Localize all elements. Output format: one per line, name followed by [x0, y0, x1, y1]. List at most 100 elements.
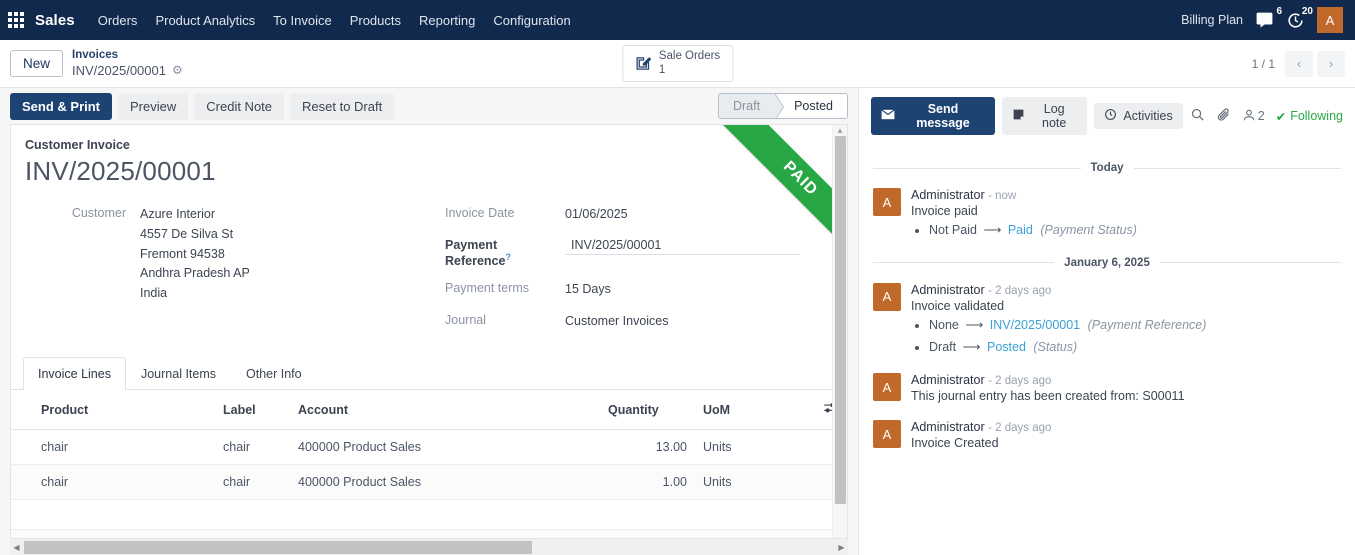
nav-item-to-invoice[interactable]: To Invoice — [264, 7, 341, 34]
user-icon — [1242, 108, 1256, 125]
tab-journal-items[interactable]: Journal Items — [126, 357, 231, 390]
breadcrumb-item-invoices[interactable]: Invoices — [72, 48, 183, 62]
followers-count-label: 2 — [1257, 109, 1265, 123]
tracking-old-value: Draft — [929, 339, 957, 354]
tab-other-info[interactable]: Other Info — [231, 357, 317, 390]
pager-previous-button[interactable]: ‹ — [1285, 50, 1313, 77]
send-message-button[interactable]: Send message — [871, 97, 995, 135]
tracking-field-name: (Status) — [1033, 339, 1078, 354]
messages-badge: 6 — [1276, 5, 1282, 17]
message-text: Invoice Created — [911, 436, 999, 451]
tracking-values: None ⟶ INV/2025/00001 (Payment Reference… — [911, 316, 1341, 357]
tracking-field-name: (Payment Reference) — [1087, 317, 1207, 332]
payment-reference-input[interactable]: INV/2025/00001 — [565, 237, 800, 255]
field-label-invoice-date: Invoice Date — [445, 206, 515, 220]
form-left-column: Customer Azure Interior 4557 De Silva St… — [25, 205, 445, 343]
activities-clock-icon[interactable]: 20 — [1286, 6, 1313, 30]
tracking-item: None ⟶ INV/2025/00001 (Payment Reference… — [929, 316, 1341, 335]
message-author[interactable]: Administrator — [911, 373, 985, 387]
page-title: INV/2025/00001 — [25, 156, 216, 186]
cell-account[interactable]: 400000 Product Sales — [290, 464, 600, 501]
column-header-uom[interactable]: UoM — [695, 390, 815, 431]
help-tooltip-icon[interactable]: ? — [505, 252, 511, 262]
form-horizontal-scrollbar[interactable]: ◀ ▶ — [10, 538, 848, 555]
message-author[interactable]: Administrator — [911, 283, 985, 297]
avatar: A — [873, 188, 901, 216]
user-avatar[interactable]: A — [1317, 7, 1343, 33]
activities-button[interactable]: Activities — [1094, 103, 1183, 129]
paperclip-icon[interactable] — [1216, 107, 1231, 125]
nav-item-orders[interactable]: Orders — [89, 7, 147, 34]
billing-plan-link[interactable]: Billing Plan — [1181, 13, 1243, 27]
send-and-print-button[interactable]: Send & Print — [10, 92, 113, 120]
message-text: This journal entry has been created from… — [911, 389, 1185, 404]
apps-grid-icon[interactable] — [8, 11, 25, 29]
gear-icon[interactable]: ⚙ — [172, 63, 183, 78]
cell-product[interactable]: chair — [11, 429, 215, 466]
tracking-new-value: Paid — [1007, 223, 1033, 237]
customer-state: Andhra Pradesh AP — [140, 266, 250, 281]
app-brand-sales[interactable]: Sales — [35, 12, 75, 29]
message-author[interactable]: Administrator — [911, 188, 985, 202]
cell-product[interactable]: chair — [11, 464, 215, 501]
status-stage-draft[interactable]: Draft — [719, 94, 785, 118]
messages-icon[interactable]: 6 — [1255, 6, 1282, 30]
cell-quantity[interactable]: 1.00 — [600, 464, 695, 501]
cell-account[interactable]: 400000 Product Sales — [290, 429, 600, 466]
notebook-tabs: Invoice Lines Journal Items Other Info — [11, 357, 847, 391]
stat-button-label: Sale Orders — [658, 49, 721, 62]
field-label-customer: Customer — [71, 206, 126, 220]
form-action-bar: Send & Print Preview Credit Note Reset t… — [0, 88, 858, 124]
check-icon: ✔ — [1275, 109, 1287, 124]
column-header-account[interactable]: Account — [290, 390, 600, 431]
nav-item-reporting[interactable]: Reporting — [410, 7, 484, 34]
cell-label[interactable]: chair — [215, 429, 290, 466]
status-stage-posted[interactable]: Posted — [774, 94, 847, 118]
field-value-payment-terms[interactable]: 15 Days — [565, 280, 611, 300]
tracking-item: Draft ⟶ Posted (Status) — [929, 338, 1341, 357]
cell-uom[interactable]: Units — [695, 429, 815, 466]
clock-icon — [1104, 108, 1117, 124]
tab-invoice-lines[interactable]: Invoice Lines — [23, 357, 126, 391]
vertical-scroll-thumb[interactable] — [835, 136, 846, 504]
field-value-invoice-date[interactable]: 01/06/2025 — [565, 205, 628, 225]
reset-to-draft-button[interactable]: Reset to Draft — [290, 92, 395, 120]
field-payment-reference: Payment Reference? INV/2025/00001 — [445, 237, 827, 268]
cell-quantity[interactable]: 13.00 — [600, 429, 695, 466]
form-right-column: Invoice Date 01/06/2025 Payment Referenc… — [445, 205, 827, 343]
stat-button-sale-orders[interactable]: Sale Orders 1 — [621, 44, 734, 83]
nav-item-products[interactable]: Products — [341, 7, 410, 34]
following-button[interactable]: ✔ Following — [1276, 109, 1343, 124]
followers-button[interactable]: 2 — [1242, 108, 1265, 125]
column-header-quantity[interactable]: Quantity — [600, 390, 695, 431]
stat-button-value: 1 — [658, 63, 666, 76]
preview-button[interactable]: Preview — [118, 92, 189, 120]
search-icon[interactable] — [1190, 107, 1205, 125]
tracking-values: Not Paid ⟶ Paid (Payment Status) — [911, 221, 1341, 240]
column-header-product[interactable]: Product — [11, 390, 215, 431]
date-separator-january: January 6, 2025 — [873, 257, 1342, 269]
horizontal-scroll-thumb[interactable] — [24, 541, 532, 554]
nav-item-product-analytics[interactable]: Product Analytics — [146, 7, 264, 34]
table-row[interactable]: chair chair 400000 Product Sales 13.00 U… — [11, 429, 847, 466]
message-author[interactable]: Administrator — [911, 420, 985, 434]
field-value-journal[interactable]: Customer Invoices — [565, 312, 669, 332]
column-header-label[interactable]: Label — [215, 390, 290, 431]
cell-label[interactable]: chair — [215, 464, 290, 501]
pager-next-button[interactable]: › — [1317, 50, 1345, 77]
scroll-left-arrow[interactable]: ◀ — [10, 543, 23, 552]
nav-item-configuration[interactable]: Configuration — [484, 7, 579, 34]
activities-badge: 20 — [1301, 5, 1313, 17]
cell-uom[interactable]: Units — [695, 464, 815, 501]
new-button[interactable]: New — [10, 50, 64, 77]
form-vertical-scrollbar[interactable]: ▲ — [832, 125, 847, 538]
table-row[interactable]: chair chair 400000 Product Sales 1.00 Un… — [11, 464, 847, 501]
scroll-up-arrow[interactable]: ▲ — [833, 125, 847, 136]
scroll-right-arrow[interactable]: ▶ — [835, 543, 848, 552]
credit-note-button[interactable]: Credit Note — [194, 92, 285, 120]
field-value-customer[interactable]: Azure Interior 4557 De Silva St Fremont … — [140, 205, 250, 304]
message-timestamp: - 2 days ago — [988, 284, 1052, 297]
pager-count: 1 / 1 — [1251, 56, 1275, 71]
log-note-button[interactable]: Log note — [1001, 97, 1088, 135]
chatter-tools: 2 ✔ Following — [1190, 107, 1343, 125]
